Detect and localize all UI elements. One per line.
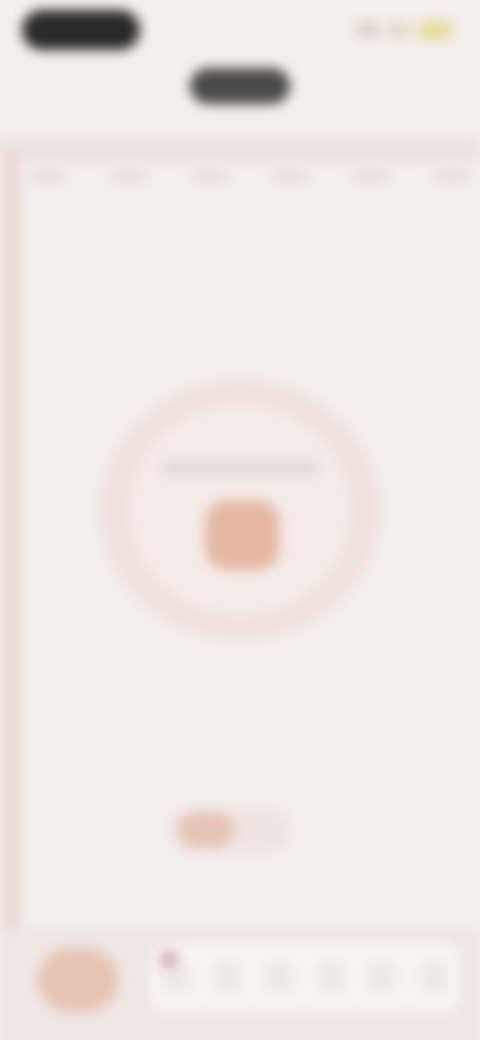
page-title <box>190 68 290 104</box>
signal-icon <box>356 23 380 37</box>
center-button[interactable] <box>205 500 280 570</box>
tab-strip <box>30 160 470 190</box>
tab-item[interactable] <box>110 170 147 182</box>
center-label <box>160 462 320 474</box>
app-screen <box>0 0 480 1040</box>
status-time <box>22 10 140 50</box>
tab-item[interactable] <box>353 170 390 182</box>
lower-pill-dot <box>178 812 234 848</box>
bottom-item[interactable] <box>367 960 398 994</box>
wifi-icon <box>388 23 410 37</box>
tab-item[interactable] <box>272 170 309 182</box>
bottom-item[interactable] <box>264 960 295 994</box>
battery-icon <box>418 21 452 39</box>
status-bar <box>0 0 480 60</box>
tab-item[interactable] <box>191 170 228 182</box>
tab-item[interactable] <box>30 170 66 182</box>
bottom-item[interactable] <box>419 960 450 994</box>
left-rail <box>0 150 20 940</box>
header-divider <box>0 138 480 162</box>
bottom-item[interactable] <box>315 960 346 994</box>
selection-marker-icon <box>160 950 178 968</box>
tab-item[interactable] <box>433 170 470 182</box>
avatar[interactable] <box>38 948 118 1012</box>
status-icons <box>356 18 452 42</box>
bottom-track <box>150 942 460 1012</box>
header <box>0 60 480 130</box>
bottom-item[interactable] <box>212 960 243 994</box>
